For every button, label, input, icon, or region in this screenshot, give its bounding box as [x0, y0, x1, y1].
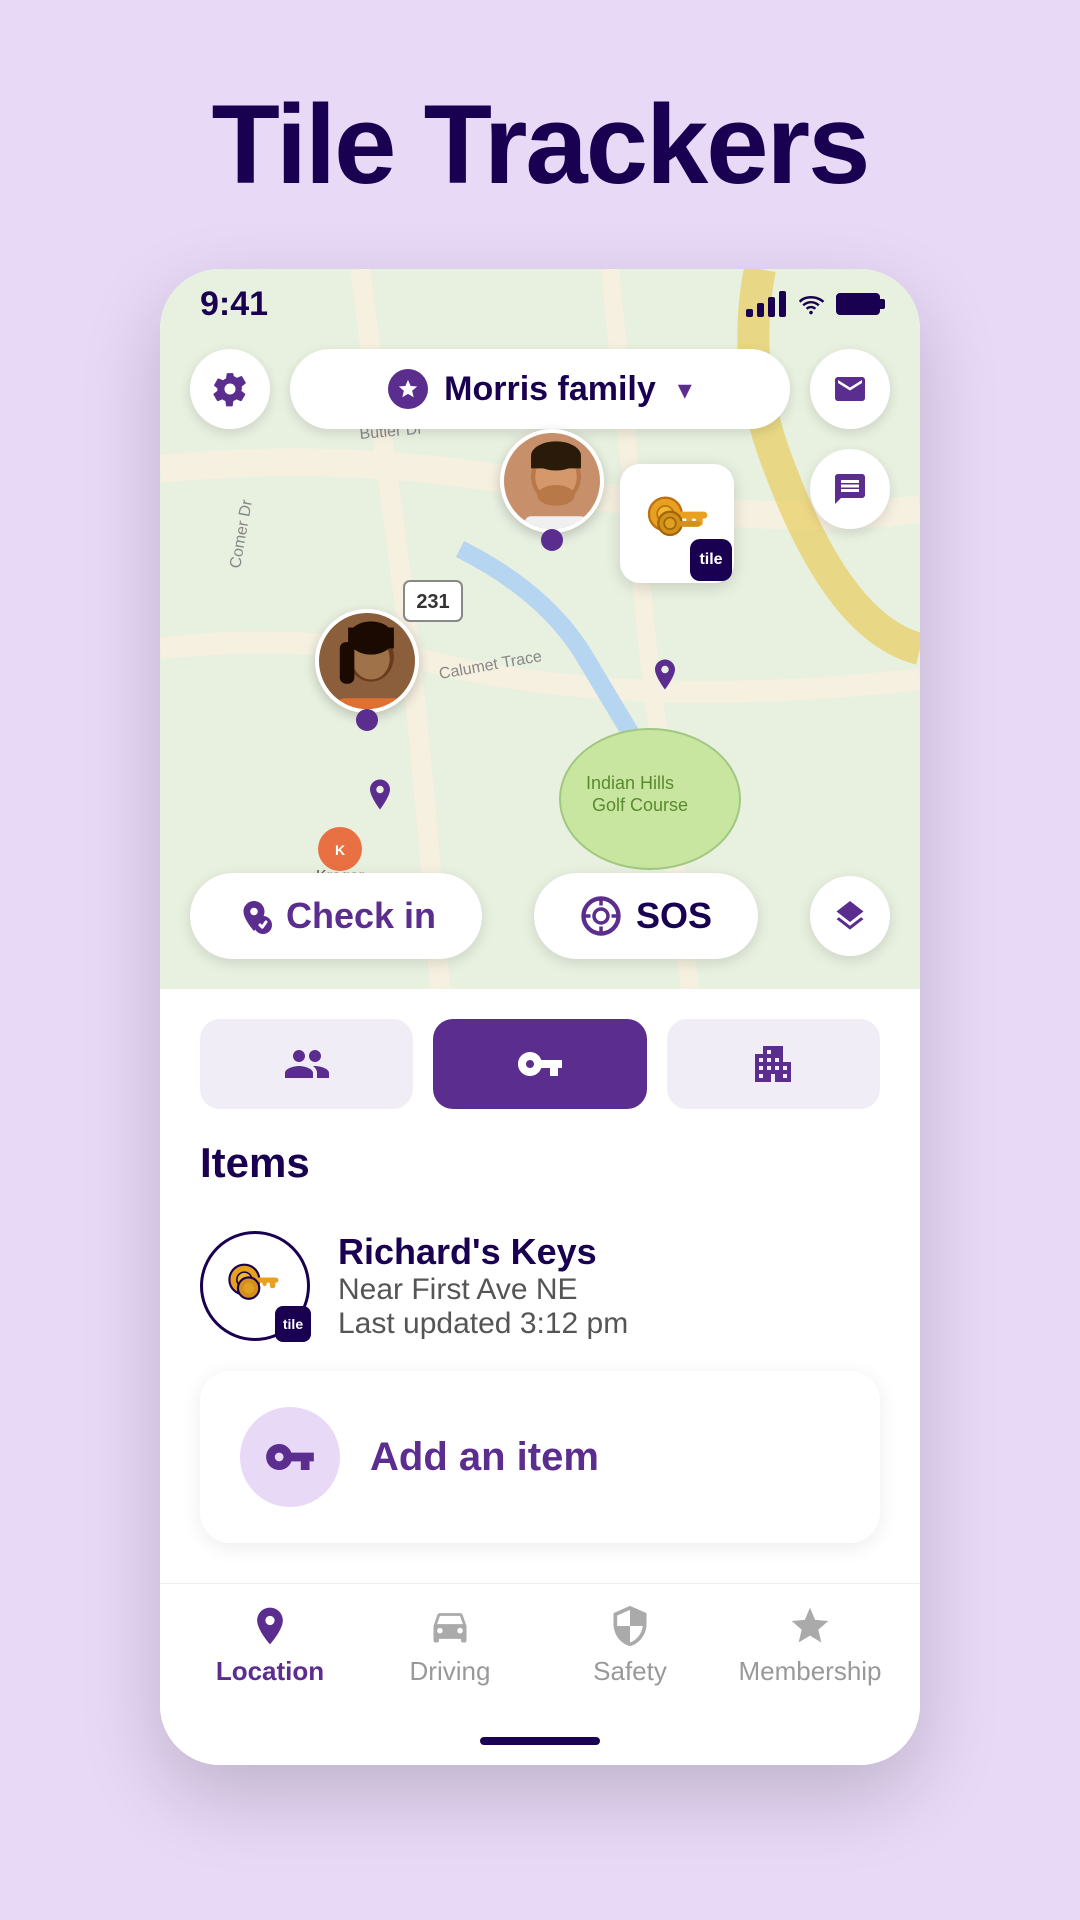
keys-tracker-marker[interactable]: tile	[620, 464, 734, 583]
item-row[interactable]: tile Richard's Keys Near First Ave NE La…	[200, 1211, 880, 1361]
woman-avatar-marker[interactable]	[315, 609, 419, 735]
family-selector[interactable]: Morris family ▾	[290, 349, 790, 429]
svg-text:K: K	[335, 842, 345, 858]
page-title: Tile Trackers	[212, 80, 869, 209]
sos-button[interactable]: SOS	[534, 873, 758, 959]
layers-icon	[832, 898, 868, 934]
item-location: Near First Ave NE	[338, 1273, 628, 1307]
signal-icon	[746, 291, 786, 317]
battery-icon	[836, 293, 880, 315]
item-updated: Last updated 3:12 pm	[338, 1307, 628, 1341]
chat-icon	[832, 471, 868, 507]
nav-item-location[interactable]: Location	[180, 1604, 360, 1687]
checkin-icon	[236, 898, 272, 934]
nav-label-safety: Safety	[593, 1656, 667, 1687]
item-details: Richard's Keys Near First Ave NE Last up…	[338, 1231, 628, 1341]
tile-badge-item: tile	[275, 1306, 311, 1342]
layers-button[interactable]	[810, 876, 890, 956]
chevron-down-icon: ▾	[678, 373, 692, 406]
map-bottom-controls: Check in SOS	[190, 873, 890, 959]
phone-mockup: Indian Hills Golf Course Butler Dr Comer…	[160, 269, 920, 1765]
svg-text:Golf Course: Golf Course	[592, 795, 688, 815]
svg-text:Indian Hills: Indian Hills	[586, 773, 674, 793]
building-icon	[749, 1040, 797, 1088]
status-bar: 9:41	[160, 269, 920, 339]
home-indicator-wrap	[160, 1717, 920, 1765]
driving-nav-icon	[428, 1604, 472, 1648]
location-pin-1	[650, 659, 680, 703]
item-name: Richard's Keys	[338, 1231, 628, 1273]
items-section-label: Items	[200, 1139, 880, 1187]
bottom-nav: Location Driving Safety Membership	[160, 1583, 920, 1717]
nav-item-driving[interactable]: Driving	[360, 1604, 540, 1687]
nav-item-safety[interactable]: Safety	[540, 1604, 720, 1687]
sos-label: SOS	[636, 895, 712, 937]
tile-badge: tile	[690, 539, 732, 581]
sos-icon	[580, 895, 622, 937]
nav-label-location: Location	[216, 1656, 324, 1687]
status-icons	[746, 291, 880, 317]
nav-label-driving: Driving	[410, 1656, 491, 1687]
people-icon	[283, 1040, 331, 1088]
item-icon: tile	[200, 1231, 310, 1341]
chat-button[interactable]	[810, 449, 890, 529]
key-icon	[516, 1040, 564, 1088]
svg-text:231: 231	[416, 591, 449, 613]
add-item-card[interactable]: Add an item	[200, 1371, 880, 1543]
check-in-button[interactable]: Check in	[190, 873, 482, 959]
map-area: Indian Hills Golf Course Butler Dr Comer…	[160, 269, 920, 989]
family-star-icon	[388, 369, 428, 409]
add-item-label: Add an item	[370, 1435, 599, 1480]
check-in-label: Check in	[286, 895, 436, 937]
tab-people[interactable]	[200, 1019, 413, 1109]
mail-icon	[832, 371, 868, 407]
avatar-pin	[541, 529, 563, 551]
tab-building[interactable]	[667, 1019, 880, 1109]
gear-icon	[211, 370, 249, 408]
bottom-content: Items tile	[160, 989, 920, 1583]
family-name-label: Morris family	[444, 370, 656, 409]
location-pin-2	[365, 779, 395, 823]
tab-row	[200, 1019, 880, 1109]
settings-button[interactable]	[190, 349, 270, 429]
status-time: 9:41	[200, 285, 268, 324]
home-indicator	[480, 1737, 600, 1745]
tab-keys[interactable]	[433, 1019, 646, 1109]
add-item-icon-wrap	[240, 1407, 340, 1507]
page-background: Tile Trackers Indian Hills Golf Course	[0, 0, 1080, 1920]
nav-item-membership[interactable]: Membership	[720, 1604, 900, 1687]
avatar-pin-2	[356, 709, 378, 731]
wifi-icon	[796, 293, 826, 315]
mail-button[interactable]	[810, 349, 890, 429]
key-add-icon	[264, 1431, 316, 1483]
location-nav-icon	[248, 1604, 292, 1648]
nav-label-membership: Membership	[738, 1656, 881, 1687]
man-avatar-marker[interactable]	[500, 429, 604, 555]
safety-nav-icon	[608, 1604, 652, 1648]
membership-nav-icon	[788, 1604, 832, 1648]
